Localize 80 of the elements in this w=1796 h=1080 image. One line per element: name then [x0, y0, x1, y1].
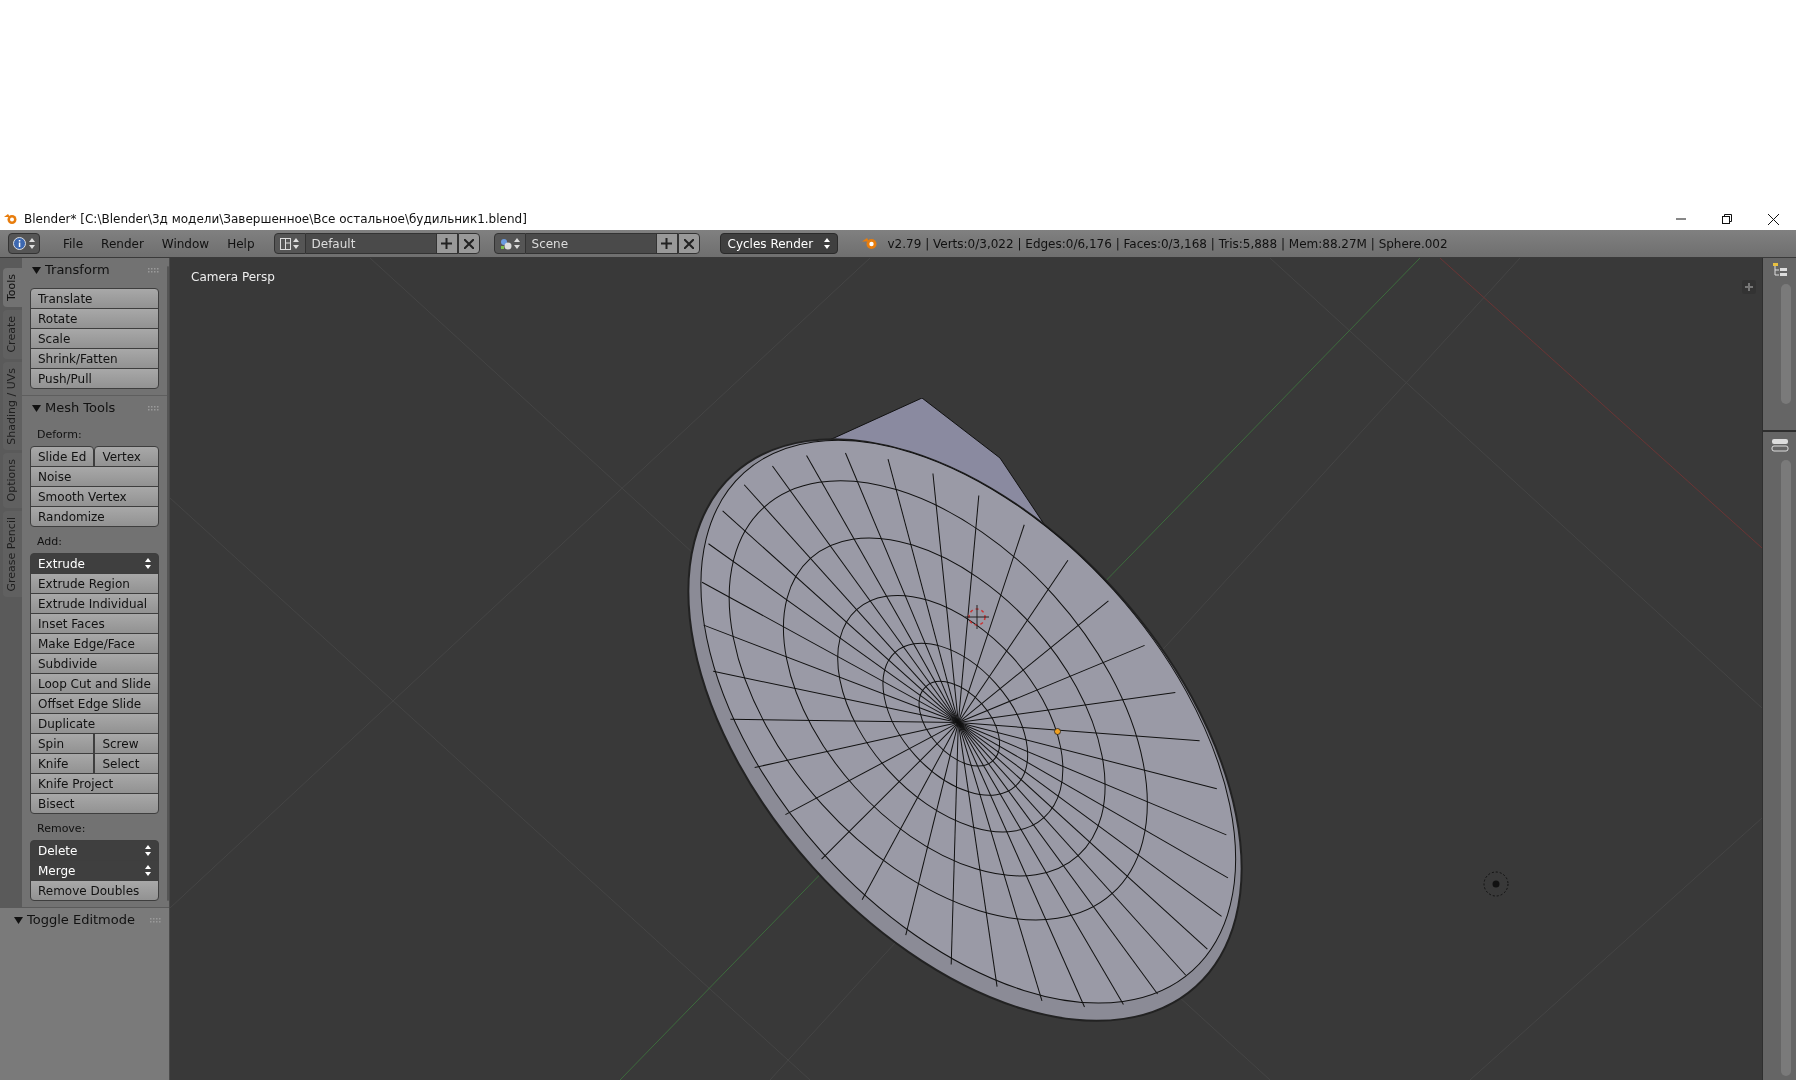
drag-grip-icon[interactable] [147, 267, 159, 273]
outliner-icon[interactable] [1771, 262, 1788, 278]
layout-name-field[interactable]: Default [305, 233, 436, 254]
menu-item[interactable]: File [54, 233, 93, 254]
tool-button[interactable]: Smooth Vertex [30, 486, 159, 507]
tool-button[interactable]: Translate [30, 288, 159, 309]
3d-viewport[interactable]: Camera Persp [170, 258, 1762, 1080]
info-icon [13, 237, 26, 250]
tool-button[interactable]: Bisect [30, 793, 159, 814]
tool-button[interactable]: Knife Project [30, 773, 159, 794]
panel-title[interactable]: Transform [45, 260, 110, 280]
disclosure-triangle-icon[interactable] [14, 915, 23, 925]
group-label: Add: [36, 533, 63, 550]
light-icon [1482, 870, 1510, 898]
scrollbar[interactable] [166, 266, 169, 901]
updown-arrows-icon [29, 238, 35, 249]
group-label: Remove: [36, 820, 87, 837]
group-label: Deform: [36, 426, 83, 443]
dropdown-menu[interactable]: Extrude [30, 553, 159, 574]
menu-item[interactable]: Window [152, 233, 219, 254]
menu-item[interactable]: Help [218, 233, 264, 254]
tool-button[interactable]: Make Edge/Face [30, 633, 159, 654]
tool-button[interactable]: Extrude Region [30, 573, 159, 594]
panel-title[interactable]: Toggle Editmode [27, 910, 135, 930]
tool-button[interactable]: Remove Doubles [30, 880, 159, 901]
updown-arrows-icon [144, 845, 151, 856]
tool-button[interactable]: Rotate [30, 308, 159, 329]
tool-button[interactable]: Spin [30, 733, 95, 754]
render-engine-dropdown[interactable]: Cycles Render [719, 233, 838, 254]
tool-button[interactable]: Noise [30, 466, 159, 487]
scene-statistics: v2.79 | Verts:0/3,022 | Edges:0/6,176 | Faces:0/3,168 | Tris:5,888 | Mem:88.27M | Sphere.002 [887, 235, 1448, 253]
tool-button[interactable]: Offset Edge Slide [30, 693, 159, 714]
layout-icon [280, 237, 291, 250]
app-logo-icon [4, 213, 18, 225]
tool-button[interactable]: Knife [30, 753, 95, 774]
updown-arrows-icon [144, 865, 151, 876]
updown-arrows-icon [513, 238, 520, 249]
remove-icon[interactable] [457, 233, 480, 254]
vertical-tab[interactable]: Tools [3, 268, 22, 308]
app-logo-icon [861, 237, 878, 250]
scene-name-field[interactable]: Scene [525, 233, 656, 254]
drag-grip-icon[interactable] [150, 917, 161, 923]
tool-button[interactable]: Shrink/Fatten [30, 348, 159, 369]
editor-type-button[interactable] [8, 233, 40, 254]
3d-cursor-icon [965, 605, 989, 629]
tool-button[interactable]: Vertex [94, 446, 159, 467]
drag-grip-icon[interactable] [147, 405, 159, 411]
dropdown-menu[interactable]: Delete [30, 840, 159, 861]
tool-button[interactable]: Select [94, 753, 159, 774]
add-icon[interactable] [435, 233, 458, 254]
tool-button[interactable]: Loop Cut and Slide [30, 673, 159, 694]
tool-button[interactable]: Randomize [30, 506, 159, 527]
add-icon[interactable] [655, 233, 678, 254]
view-label: Camera Persp [191, 269, 275, 286]
add-icon[interactable] [1742, 280, 1756, 294]
tool-button[interactable]: Slide Ed [30, 446, 95, 467]
remove-icon[interactable] [677, 233, 700, 254]
tool-button[interactable]: Subdivide [30, 653, 159, 674]
properties-icon[interactable] [1770, 438, 1789, 452]
tool-button[interactable]: Scale [30, 328, 159, 349]
tool-button[interactable]: Extrude Individual [30, 593, 159, 614]
updown-arrows-icon [823, 238, 830, 249]
dropdown-menu[interactable]: Merge [30, 860, 159, 881]
disclosure-triangle-icon[interactable] [32, 403, 41, 413]
tool-button[interactable]: Duplicate [30, 713, 159, 734]
close-icon [1767, 213, 1779, 225]
layout-icon-button[interactable] [273, 233, 306, 254]
scene-icon [499, 237, 512, 250]
restore-icon [1722, 214, 1732, 224]
origin-point-icon [1054, 728, 1061, 735]
tool-button[interactable]: Screw [94, 733, 159, 754]
panel-title[interactable]: Mesh Tools [45, 398, 116, 418]
scene-icon-button[interactable] [493, 233, 526, 254]
updown-arrows-icon [144, 558, 151, 569]
updown-arrows-icon [293, 238, 299, 249]
tool-button[interactable]: Push/Pull [30, 368, 159, 389]
menu-item[interactable]: Render [92, 233, 153, 254]
window-title: Blender* [C:\Blender\3д модели\Завершенное\Все остальное\будильник1.blend] [24, 211, 527, 228]
disclosure-triangle-icon[interactable] [32, 265, 41, 275]
tool-button[interactable]: Inset Faces [30, 613, 159, 634]
